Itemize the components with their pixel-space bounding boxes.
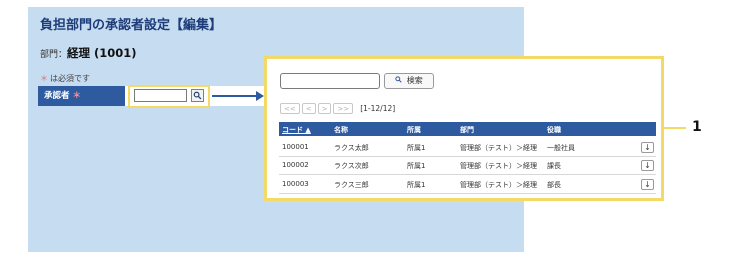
arrow-down-icon: ↓ (644, 161, 651, 170)
callout-line (664, 127, 686, 129)
cell-name: ラクス三郎 (334, 181, 369, 189)
column-header-code[interactable]: コード ▲ (282, 125, 311, 135)
search-icon (193, 91, 202, 100)
cell-title: 一般社員 (547, 144, 575, 152)
cell-name: ラクス次郎 (334, 162, 369, 170)
cell-affiliation: 所属1 (407, 162, 426, 170)
dept-value: 経理 (1001) (67, 46, 137, 60)
required-note: ＊は必須です (40, 73, 90, 84)
approver-required-star: ＊ (72, 91, 82, 101)
pager-next-button[interactable]: > (317, 102, 332, 114)
cell-affiliation: 所属1 (407, 144, 426, 152)
connector-line (212, 95, 258, 97)
popup-search-input[interactable] (280, 73, 380, 89)
callout-number: 1 (692, 119, 702, 135)
pager-info: [1-12/12] (360, 103, 396, 113)
required-star: ＊ (40, 74, 48, 83)
column-header-dept: 部門 (460, 126, 474, 134)
approver-input[interactable] (134, 89, 187, 102)
pager-first-button[interactable]: << (280, 102, 300, 114)
dept-label: 部門： (40, 50, 68, 60)
cell-dept: 管理部（テスト）＞経理 (460, 181, 537, 189)
column-header-title: 役職 (547, 126, 561, 134)
column-header-affiliation: 所属 (407, 126, 421, 134)
popup-search-button-label: 検索 (406, 76, 423, 85)
select-row-button[interactable]: ↓ (641, 142, 654, 153)
cell-title: 課長 (547, 162, 561, 170)
select-row-button[interactable]: ↓ (641, 160, 654, 171)
column-header-name: 名称 (334, 126, 348, 134)
dept-row: 部門：経理 (1001) (40, 42, 137, 61)
cell-code: 100003 (282, 180, 309, 188)
pager-last-button[interactable]: >> (333, 102, 354, 114)
magnifier-icon (395, 76, 405, 85)
arrow-down-icon: ↓ (644, 180, 651, 189)
cell-code: 100002 (282, 161, 309, 169)
cell-affiliation: 所属1 (407, 181, 426, 189)
cell-dept: 管理部（テスト）＞経理 (460, 144, 537, 152)
popup-search-button[interactable]: 検索 (384, 73, 434, 89)
cell-title: 部長 (547, 181, 561, 189)
select-row-button[interactable]: ↓ (641, 179, 654, 190)
pager: << < > >> [1-12/12] (280, 102, 395, 114)
connector-arrowhead (256, 91, 264, 101)
cell-dept: 管理部（テスト）＞経理 (460, 162, 537, 170)
approver-label: 承認者＊ (38, 86, 125, 106)
approver-search-button[interactable] (191, 89, 204, 102)
cell-name: ラクス太郎 (334, 144, 369, 152)
cell-code: 100001 (282, 143, 309, 151)
required-note-text: は必須です (50, 74, 90, 83)
arrow-down-icon: ↓ (644, 143, 651, 152)
pager-prev-button[interactable]: < (301, 102, 316, 114)
approver-label-text: 承認者 (44, 91, 70, 101)
page-title: 負担部門の承認者設定【編集】 (40, 18, 223, 33)
